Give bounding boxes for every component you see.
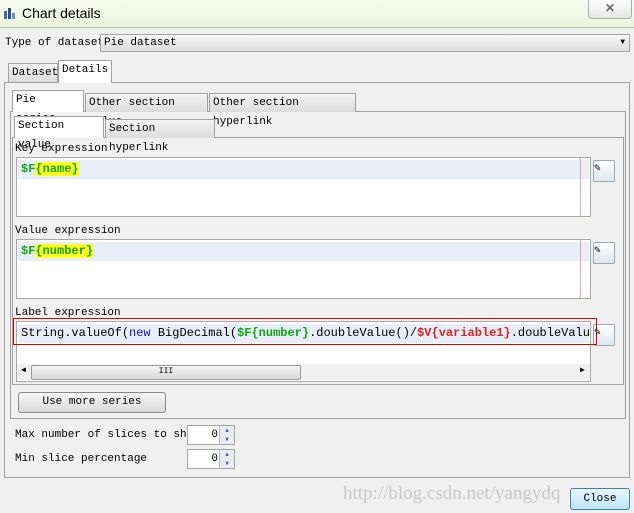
close-button[interactable]: Close xyxy=(570,488,630,510)
window-title: Chart details xyxy=(22,5,101,21)
scroll-right-icon[interactable]: ▶ xyxy=(580,365,585,375)
tab-dataset[interactable]: Dataset xyxy=(8,63,58,82)
dataset-type-select[interactable]: Pie dataset ▼ xyxy=(100,34,630,52)
max-slices-spinner[interactable]: 0 ▲ ▼ xyxy=(187,425,235,445)
value-expression-editor[interactable]: $F{number} xyxy=(16,239,591,299)
chevron-down-icon: ▼ xyxy=(620,38,625,47)
horizontal-scrollbar[interactable]: ◀ III ▶ xyxy=(17,364,590,380)
max-slices-value: 0 xyxy=(211,429,218,441)
spin-up-icon[interactable]: ▲ xyxy=(219,450,234,459)
scrollbar-thumb[interactable]: III xyxy=(31,365,301,380)
scroll-left-icon[interactable]: ◀ xyxy=(21,365,26,375)
field-name: {name} xyxy=(35,162,79,176)
field-prefix: $F xyxy=(21,244,36,258)
edit-expression-icon[interactable]: ✎ xyxy=(593,160,615,182)
tab-other-section-value[interactable]: Other section value xyxy=(85,93,208,128)
dataset-type-value: Pie dataset xyxy=(104,37,177,49)
close-x-icon[interactable]: ✕ xyxy=(588,0,632,19)
min-slice-label: Min slice percentage xyxy=(15,453,148,465)
spin-down-icon[interactable]: ▼ xyxy=(219,435,234,444)
tab-pie-series[interactable]: Pie series xyxy=(12,90,84,125)
min-slice-spinner[interactable]: 0 ▲ ▼ xyxy=(187,449,235,469)
tab-details[interactable]: Details xyxy=(58,60,112,83)
edit-expression-icon[interactable]: ✎ xyxy=(593,242,615,264)
min-slice-value: 0 xyxy=(211,453,218,465)
field-name: {number} xyxy=(35,244,94,258)
tab-section-hyperlink[interactable]: Section hyperlink xyxy=(105,119,215,154)
highlight-box xyxy=(13,318,597,345)
watermark: http://blog.csdn.net/yangydq xyxy=(343,483,561,504)
dataset-type-label: Type of dataset xyxy=(5,37,105,49)
tab-other-section-hyperlink[interactable]: Other section hyperlink xyxy=(209,93,356,128)
app-icon xyxy=(4,8,15,19)
spin-up-icon[interactable]: ▲ xyxy=(219,426,234,435)
field-prefix: $F xyxy=(21,162,36,176)
value-expression-label: Value expression xyxy=(15,225,121,237)
spin-down-icon[interactable]: ▼ xyxy=(219,459,234,468)
use-more-series-button[interactable]: Use more series xyxy=(18,392,166,413)
key-expression-editor[interactable]: $F{name} xyxy=(16,157,591,217)
max-slices-label: Max number of slices to show xyxy=(15,429,200,441)
tab-section-value[interactable]: Section value xyxy=(14,116,104,151)
